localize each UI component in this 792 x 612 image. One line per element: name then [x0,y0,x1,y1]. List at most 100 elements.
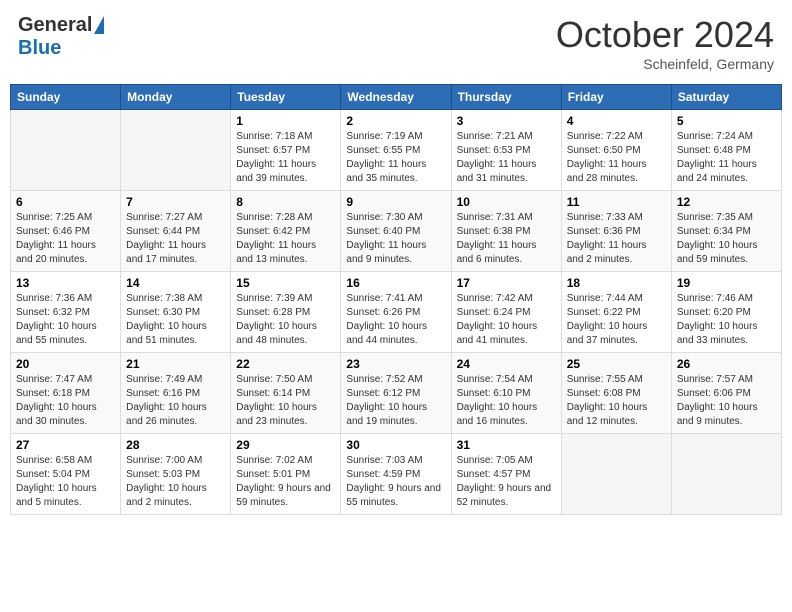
day-info: Sunrise: 7:28 AM Sunset: 6:42 PM Dayligh… [236,211,335,267]
day-number: 23 [346,357,445,371]
logo-blue-text: Blue [18,37,61,60]
day-info: Sunrise: 7:33 AM Sunset: 6:36 PM Dayligh… [567,211,666,267]
calendar-cell [561,434,671,515]
day-info: Sunrise: 7:00 AM Sunset: 5:03 PM Dayligh… [126,454,225,510]
page-header: General Blue October 2024 Scheinfeld, Ge… [10,10,782,76]
calendar-week-row: 1 Sunrise: 7:18 AM Sunset: 6:57 PM Daylig… [11,110,782,191]
column-header-thursday: Thursday [451,85,561,110]
calendar-cell: 23 Sunrise: 7:52 AM Sunset: 6:12 PM Dayli… [341,353,451,434]
day-number: 5 [677,114,776,128]
day-info: Sunrise: 7:31 AM Sunset: 6:38 PM Dayligh… [457,211,556,267]
day-info: Sunrise: 7:35 AM Sunset: 6:34 PM Dayligh… [677,211,776,267]
calendar-cell: 27 Sunrise: 6:58 AM Sunset: 5:04 PM Dayli… [11,434,121,515]
day-number: 26 [677,357,776,371]
calendar-cell: 14Sunrise: 7:38 AM Sunset: 6:30 PM Dayli… [121,272,231,353]
column-header-monday: Monday [121,85,231,110]
day-info: Sunrise: 7:21 AM Sunset: 6:53 PM Dayligh… [457,130,556,186]
calendar-week-row: 20 Sunrise: 7:47 AM Sunset: 6:18 PM Dayli… [11,353,782,434]
calendar-header-row: SundayMondayTuesdayWednesdayThursdayFrid… [11,85,782,110]
day-number: 14 [126,276,225,290]
day-number: 3 [457,114,556,128]
calendar-cell: 24 Sunrise: 7:54 AM Sunset: 6:10 PM Dayli… [451,353,561,434]
day-info: Sunrise: 7:05 AM Sunset: 4:57 PM Dayligh… [457,454,556,510]
calendar-cell: 8 Sunrise: 7:28 AM Sunset: 6:42 PM Daylig… [231,191,341,272]
day-number: 12 [677,195,776,209]
month-year-title: October 2024 [556,14,774,56]
calendar-cell: 30 Sunrise: 7:03 AM Sunset: 4:59 PM Dayli… [341,434,451,515]
calendar-cell: 3 Sunrise: 7:21 AM Sunset: 6:53 PM Daylig… [451,110,561,191]
day-info: Sunrise: 7:50 AM Sunset: 6:14 PM Dayligh… [236,373,335,429]
day-number: 25 [567,357,666,371]
calendar-cell: 12 Sunrise: 7:35 AM Sunset: 6:34 PM Dayli… [671,191,781,272]
calendar-cell: 25 Sunrise: 7:55 AM Sunset: 6:08 PM Dayli… [561,353,671,434]
calendar-cell: 22Sunrise: 7:50 AM Sunset: 6:14 PM Dayli… [231,353,341,434]
day-info: Sunrise: 7:44 AM Sunset: 6:22 PM Dayligh… [567,292,666,348]
calendar-cell: 2Sunrise: 7:19 AM Sunset: 6:55 PM Daylig… [341,110,451,191]
calendar-cell: 9Sunrise: 7:30 AM Sunset: 6:40 PM Daylig… [341,191,451,272]
calendar-cell: 5 Sunrise: 7:24 AM Sunset: 6:48 PM Daylig… [671,110,781,191]
day-info: Sunrise: 7:24 AM Sunset: 6:48 PM Dayligh… [677,130,776,186]
day-info: Sunrise: 7:52 AM Sunset: 6:12 PM Dayligh… [346,373,445,429]
column-header-sunday: Sunday [11,85,121,110]
day-info: Sunrise: 7:41 AM Sunset: 6:26 PM Dayligh… [346,292,445,348]
day-number: 2 [346,114,445,128]
day-number: 28 [126,438,225,452]
day-number: 20 [16,357,115,371]
logo-triangle-icon [94,16,104,34]
column-header-saturday: Saturday [671,85,781,110]
day-number: 13 [16,276,115,290]
day-info: Sunrise: 7:42 AM Sunset: 6:24 PM Dayligh… [457,292,556,348]
day-info: Sunrise: 7:27 AM Sunset: 6:44 PM Dayligh… [126,211,225,267]
day-number: 8 [236,195,335,209]
day-number: 4 [567,114,666,128]
day-number: 30 [346,438,445,452]
day-info: Sunrise: 7:55 AM Sunset: 6:08 PM Dayligh… [567,373,666,429]
logo: General Blue [18,14,104,60]
day-number: 27 [16,438,115,452]
day-number: 29 [236,438,335,452]
day-number: 1 [236,114,335,128]
calendar-cell: 31 Sunrise: 7:05 AM Sunset: 4:57 PM Dayli… [451,434,561,515]
day-number: 6 [16,195,115,209]
calendar-cell: 21 Sunrise: 7:49 AM Sunset: 6:16 PM Dayli… [121,353,231,434]
day-number: 31 [457,438,556,452]
calendar-cell: 10Sunrise: 7:31 AM Sunset: 6:38 PM Dayli… [451,191,561,272]
day-info: Sunrise: 7:03 AM Sunset: 4:59 PM Dayligh… [346,454,445,510]
calendar-cell: 6 Sunrise: 7:25 AM Sunset: 6:46 PM Daylig… [11,191,121,272]
day-info: Sunrise: 7:57 AM Sunset: 6:06 PM Dayligh… [677,373,776,429]
calendar-cell: 29 Sunrise: 7:02 AM Sunset: 5:01 PM Dayli… [231,434,341,515]
day-info: Sunrise: 7:54 AM Sunset: 6:10 PM Dayligh… [457,373,556,429]
day-info: Sunrise: 7:49 AM Sunset: 6:16 PM Dayligh… [126,373,225,429]
day-info: Sunrise: 7:18 AM Sunset: 6:57 PM Dayligh… [236,130,335,186]
day-info: Sunrise: 6:58 AM Sunset: 5:04 PM Dayligh… [16,454,115,510]
logo-general-text: General [18,14,92,37]
calendar-cell: 19Sunrise: 7:46 AM Sunset: 6:20 PM Dayli… [671,272,781,353]
calendar-cell: 20 Sunrise: 7:47 AM Sunset: 6:18 PM Dayli… [11,353,121,434]
day-info: Sunrise: 7:02 AM Sunset: 5:01 PM Dayligh… [236,454,335,510]
day-info: Sunrise: 7:22 AM Sunset: 6:50 PM Dayligh… [567,130,666,186]
calendar-cell [671,434,781,515]
calendar-cell [11,110,121,191]
column-header-tuesday: Tuesday [231,85,341,110]
calendar-table: SundayMondayTuesdayWednesdayThursdayFrid… [10,84,782,515]
title-section: October 2024 Scheinfeld, Germany [556,14,774,72]
calendar-cell: 15Sunrise: 7:39 AM Sunset: 6:28 PM Dayli… [231,272,341,353]
calendar-week-row: 6 Sunrise: 7:25 AM Sunset: 6:46 PM Daylig… [11,191,782,272]
calendar-cell: 17Sunrise: 7:42 AM Sunset: 6:24 PM Dayli… [451,272,561,353]
calendar-cell [121,110,231,191]
day-number: 21 [126,357,225,371]
day-number: 24 [457,357,556,371]
calendar-week-row: 27 Sunrise: 6:58 AM Sunset: 5:04 PM Dayli… [11,434,782,515]
calendar-cell: 1 Sunrise: 7:18 AM Sunset: 6:57 PM Daylig… [231,110,341,191]
day-number: 9 [346,195,445,209]
calendar-cell: 26 Sunrise: 7:57 AM Sunset: 6:06 PM Dayli… [671,353,781,434]
calendar-cell: 7Sunrise: 7:27 AM Sunset: 6:44 PM Daylig… [121,191,231,272]
calendar-cell: 28 Sunrise: 7:00 AM Sunset: 5:03 PM Dayli… [121,434,231,515]
day-info: Sunrise: 7:39 AM Sunset: 6:28 PM Dayligh… [236,292,335,348]
day-number: 19 [677,276,776,290]
day-info: Sunrise: 7:25 AM Sunset: 6:46 PM Dayligh… [16,211,115,267]
day-info: Sunrise: 7:47 AM Sunset: 6:18 PM Dayligh… [16,373,115,429]
calendar-cell: 13 Sunrise: 7:36 AM Sunset: 6:32 PM Dayli… [11,272,121,353]
calendar-cell: 16Sunrise: 7:41 AM Sunset: 6:26 PM Dayli… [341,272,451,353]
day-info: Sunrise: 7:36 AM Sunset: 6:32 PM Dayligh… [16,292,115,348]
